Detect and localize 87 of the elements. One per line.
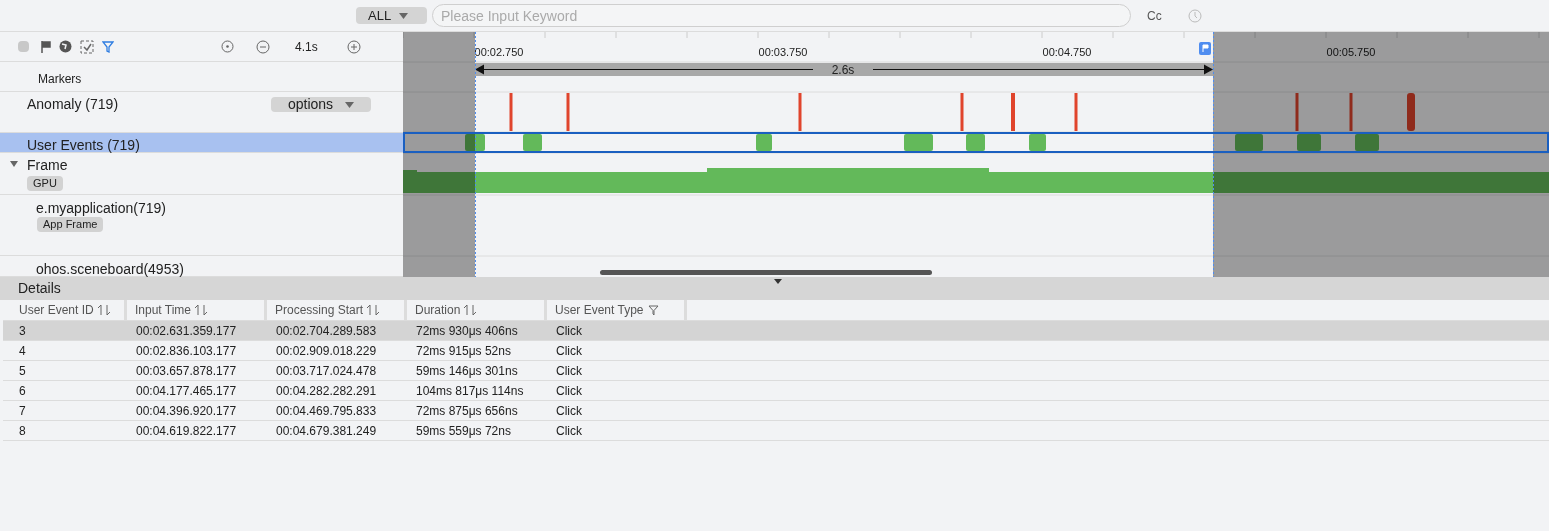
table-cell-text: 72ms 930μs 406ns bbox=[415, 322, 519, 340]
zoom-value: 4.1s bbox=[295, 38, 319, 56]
table-cell-text: 59ms 559μs 72ns bbox=[415, 422, 512, 440]
sort-icon[interactable] bbox=[464, 304, 478, 316]
table-cell-text: 00:02.909.018.229 bbox=[275, 342, 378, 360]
event-block bbox=[1235, 134, 1263, 151]
event-block bbox=[904, 134, 933, 151]
selected-track-row[interactable]: User Events (719) bbox=[0, 133, 403, 153]
track-label: Anomaly (719) bbox=[27, 95, 119, 114]
table-cell-text: Click bbox=[555, 402, 583, 420]
table-cell-text: Click bbox=[555, 362, 583, 380]
track-label: e.myapplication(719) bbox=[36, 199, 166, 218]
table-cell-text: 72ms 915μs 52ns bbox=[415, 342, 512, 360]
frame-select-icon[interactable] bbox=[80, 39, 94, 54]
track-tag: App Frame bbox=[37, 217, 104, 232]
target-icon[interactable] bbox=[221, 40, 234, 53]
table-cell-text: 6 bbox=[18, 382, 27, 400]
globe-icon[interactable] bbox=[59, 40, 72, 53]
table-cell-text: 3 bbox=[18, 322, 27, 340]
event-block bbox=[966, 134, 985, 151]
track-label: Frame bbox=[27, 156, 68, 175]
event-block bbox=[1297, 134, 1321, 151]
table-cell-text: 59ms 146μs 301ns bbox=[415, 362, 519, 380]
event-block bbox=[465, 134, 485, 151]
table-cell-text: 7 bbox=[18, 402, 27, 420]
track-label: ohos.sceneboard(4953) bbox=[36, 260, 184, 279]
caret-icon bbox=[345, 101, 355, 108]
scrollbar[interactable] bbox=[600, 270, 932, 275]
anomaly-mark bbox=[1407, 93, 1415, 131]
scope-dropdown[interactable]: ALL bbox=[356, 7, 427, 24]
event-block bbox=[1355, 134, 1379, 151]
anomaly-mark bbox=[1074, 93, 1078, 131]
flag-icon[interactable] bbox=[1199, 42, 1211, 55]
time-label: 00:05.750 bbox=[1326, 46, 1376, 58]
time-label: 00:02.750 bbox=[474, 46, 524, 58]
event-block bbox=[756, 134, 772, 151]
anomaly-mark bbox=[566, 93, 570, 131]
anomaly-mark bbox=[798, 93, 802, 131]
table-cell-text: 00:03.717.024.478 bbox=[275, 362, 378, 380]
zoom-out-icon[interactable] bbox=[256, 39, 270, 54]
filter-icon[interactable] bbox=[647, 304, 659, 316]
table-cell-text: 00:02.836.103.177 bbox=[135, 342, 238, 360]
range-duration: 2.6s bbox=[831, 63, 855, 77]
table-cell-text: Click bbox=[555, 422, 583, 440]
anomaly-mark bbox=[1295, 93, 1299, 131]
event-block bbox=[1029, 134, 1046, 151]
table-cell-text: 4 bbox=[18, 342, 27, 360]
sort-icon[interactable] bbox=[195, 304, 209, 316]
search-field[interactable]: Please Input Keyword bbox=[432, 4, 1131, 27]
table-cell-text: Click bbox=[555, 382, 583, 400]
table-cell-text: 00:04.282.282.291 bbox=[275, 382, 378, 400]
sort-icon[interactable] bbox=[367, 304, 381, 316]
table-cell-text: 00:04.396.920.177 bbox=[135, 402, 238, 420]
panel-title: Details bbox=[18, 279, 61, 298]
flag-icon[interactable] bbox=[41, 40, 51, 53]
track-label: User Events (719) bbox=[27, 136, 140, 155]
caret-icon bbox=[399, 12, 409, 19]
options-dropdown[interactable]: options bbox=[271, 97, 371, 112]
table-cell-text: 8 bbox=[18, 422, 27, 440]
anomaly-mark bbox=[509, 93, 513, 131]
sort-icon[interactable] bbox=[97, 304, 111, 316]
case-toggle[interactable]: Cc bbox=[1147, 6, 1162, 25]
track-label: Markers bbox=[38, 71, 82, 88]
track-tag: GPU bbox=[27, 176, 63, 191]
zoom-in-icon[interactable] bbox=[347, 39, 361, 54]
table-cell-text: Click bbox=[555, 342, 583, 360]
table-cell-text: 00:04.679.381.249 bbox=[275, 422, 378, 440]
table-cell-text: 00:04.177.465.177 bbox=[135, 382, 238, 400]
table-cell-text: 00:04.469.795.833 bbox=[275, 402, 378, 420]
anomaly-mark bbox=[1349, 93, 1353, 131]
table-cell-text: 00:04.619.822.177 bbox=[135, 422, 238, 440]
table-cell-text: 5 bbox=[18, 362, 27, 380]
time-label: 00:04.750 bbox=[1042, 46, 1092, 58]
table-cell-text: Click bbox=[555, 322, 583, 340]
table-cell-text: 00:02.704.289.583 bbox=[275, 322, 378, 340]
selected-table-row[interactable]: 3 00:02.631.359.177 00:02.704.289.583 72ms 930μs 406ns Click bbox=[3, 321, 1549, 341]
table-cell-text: 00:03.657.878.177 bbox=[135, 362, 238, 380]
time-label: 00:03.750 bbox=[758, 46, 808, 58]
caret-icon[interactable] bbox=[774, 279, 782, 284]
filter-icon[interactable] bbox=[102, 40, 114, 53]
table-cell-text: 104ms 817μs 114ns bbox=[415, 382, 525, 400]
table-cell-text: 00:02.631.359.177 bbox=[135, 322, 238, 340]
anomaly-mark bbox=[960, 93, 964, 131]
anomaly-mark bbox=[1011, 93, 1015, 131]
table-cell-text: 72ms 875μs 656ns bbox=[415, 402, 519, 420]
event-block bbox=[523, 134, 542, 151]
expand-caret-icon[interactable] bbox=[10, 160, 18, 168]
